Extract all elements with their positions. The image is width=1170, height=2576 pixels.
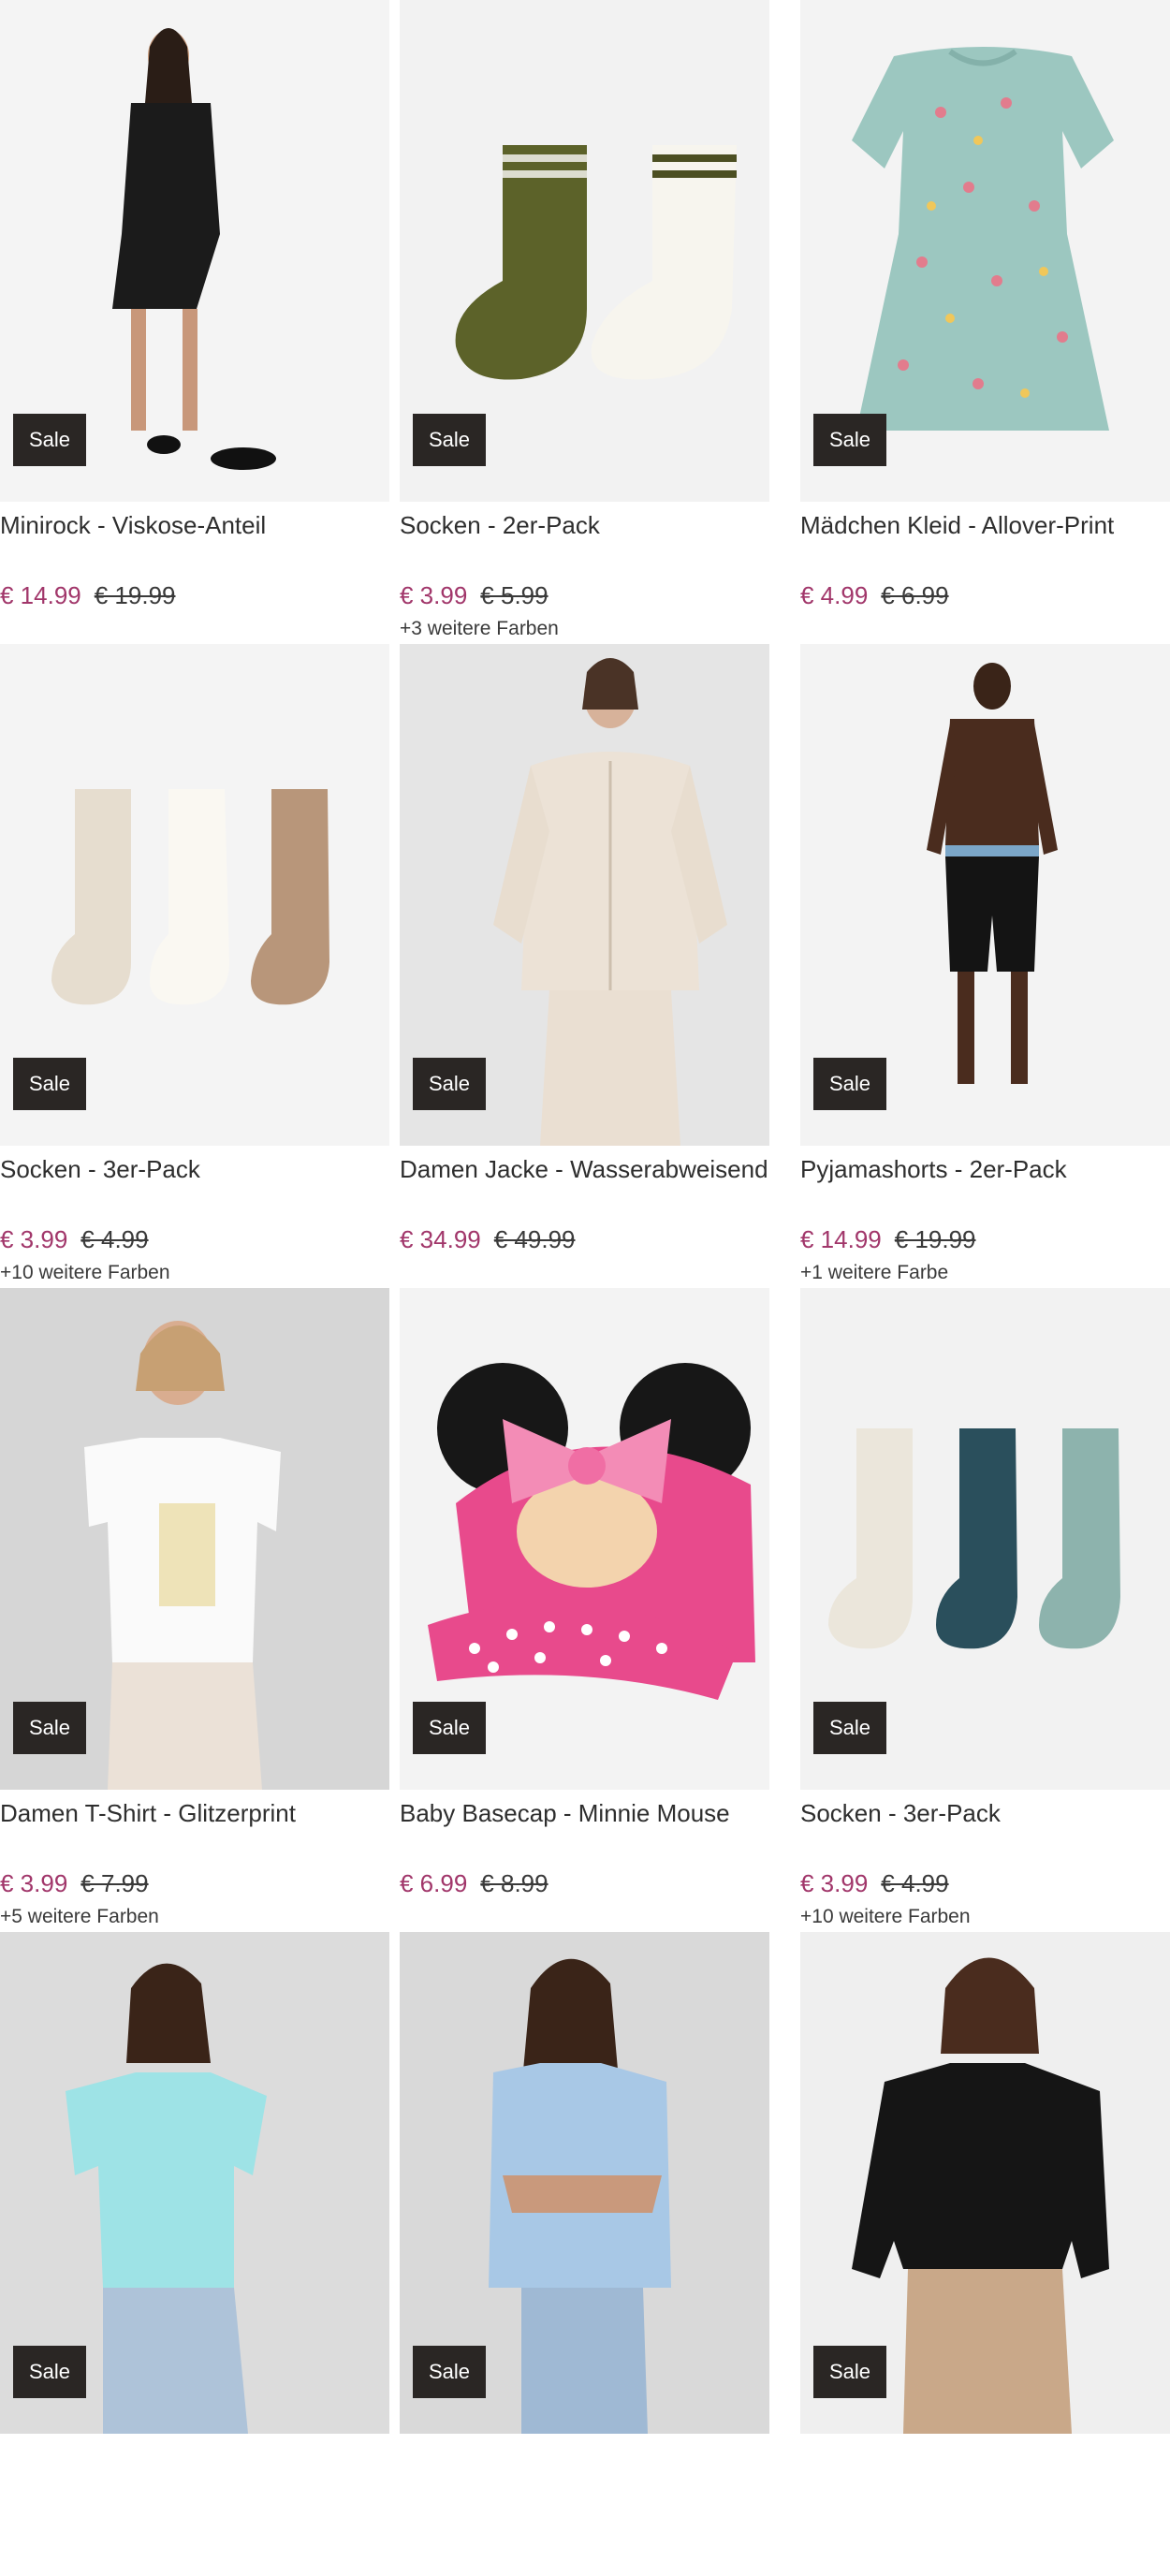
sale-badge: Sale: [13, 1702, 86, 1754]
sale-badge: Sale: [813, 2346, 886, 2398]
product-image[interactable]: Sale: [0, 1932, 389, 2434]
original-price: € 6.99: [881, 581, 949, 609]
sale-badge: Sale: [813, 414, 886, 466]
sale-price: € 3.99: [400, 581, 468, 609]
more-colors[interactable]: +1 weitere Farbe: [800, 1262, 1170, 1286]
product-title[interactable]: Socken - 3er-Pack: [0, 1155, 389, 1184]
original-price: € 4.99: [881, 1869, 949, 1897]
more-colors[interactable]: [400, 1262, 769, 1286]
product-card[interactable]: Sale Mädchen Kleid - Allover-Print € 4.9…: [780, 0, 1170, 644]
sale-badge: Sale: [813, 1702, 886, 1754]
more-colors[interactable]: [400, 1906, 769, 1930]
product-prices: € 14.99 € 19.99: [0, 581, 389, 610]
product-grid: Sale Minirock - Viskose-Anteil € 14.99 € …: [0, 0, 1170, 2576]
sale-badge: Sale: [413, 1702, 486, 1754]
more-colors[interactable]: +5 weitere Farben: [0, 1906, 389, 1930]
sale-badge: Sale: [13, 2346, 86, 2398]
product-title[interactable]: Socken - 3er-Pack: [800, 1799, 1170, 1828]
more-colors[interactable]: [0, 618, 389, 642]
more-colors[interactable]: [800, 618, 1170, 642]
product-image[interactable]: Sale: [0, 0, 389, 502]
product-title[interactable]: Socken - 2er-Pack: [400, 511, 769, 540]
sale-price: € 3.99: [0, 1225, 68, 1253]
sale-badge: Sale: [13, 414, 86, 466]
product-card[interactable]: Sale Damen Jacke - Wasserabweisend € 34.…: [389, 644, 780, 1288]
product-card[interactable]: Sale Baby Basecap - Minnie Mouse € 6.99 €…: [389, 1288, 780, 1932]
product-image[interactable]: Sale: [800, 1288, 1170, 1790]
sale-price: € 14.99: [800, 1225, 882, 1253]
sale-price: € 4.99: [800, 581, 869, 609]
product-prices: € 3.99 € 4.99: [800, 1869, 1170, 1898]
product-image[interactable]: Sale: [400, 1288, 769, 1790]
more-colors[interactable]: +3 weitere Farben: [400, 618, 769, 642]
original-price: € 8.99: [480, 1869, 548, 1897]
product-prices: € 3.99 € 4.99: [0, 1225, 389, 1254]
sale-badge: Sale: [413, 1058, 486, 1110]
sale-badge: Sale: [413, 414, 486, 466]
original-price: € 7.99: [80, 1869, 149, 1897]
product-image[interactable]: Sale: [400, 1932, 769, 2434]
product-card[interactable]: Sale Pyjamashorts - 2er-Pack € 14.99 € 19…: [780, 644, 1170, 1288]
product-card[interactable]: Sale Socken - 2er-Pack € 3.99 € 5.99 +3 w…: [389, 0, 780, 644]
product-image[interactable]: Sale: [400, 0, 769, 502]
product-card[interactable]: Sale Minirock - Viskose-Anteil € 14.99 € …: [0, 0, 389, 644]
product-prices: € 14.99 € 19.99: [800, 1225, 1170, 1254]
product-prices: € 4.99 € 6.99: [800, 581, 1170, 610]
sale-badge: Sale: [13, 1058, 86, 1110]
sale-badge: Sale: [413, 2346, 486, 2398]
original-price: € 19.99: [894, 1225, 976, 1253]
product-card[interactable]: Sale: [0, 1932, 389, 2576]
product-card[interactable]: Sale: [780, 1932, 1170, 2576]
sale-price: € 3.99: [800, 1869, 869, 1897]
product-image[interactable]: Sale: [800, 1932, 1170, 2434]
product-title[interactable]: Minirock - Viskose-Anteil: [0, 511, 389, 540]
product-prices: € 3.99 € 7.99: [0, 1869, 389, 1898]
sale-badge: Sale: [813, 1058, 886, 1110]
product-card[interactable]: Sale: [389, 1932, 780, 2576]
product-title[interactable]: Damen T-Shirt - Glitzerprint: [0, 1799, 389, 1828]
product-title[interactable]: Pyjamashorts - 2er-Pack: [800, 1155, 1170, 1184]
product-image[interactable]: Sale: [0, 1288, 389, 1790]
sale-price: € 34.99: [400, 1225, 481, 1253]
product-image[interactable]: Sale: [400, 644, 769, 1146]
product-title[interactable]: Mädchen Kleid - Allover-Print: [800, 511, 1170, 540]
product-card[interactable]: Sale Socken - 3er-Pack € 3.99 € 4.99 +10 …: [780, 1288, 1170, 1932]
product-prices: € 3.99 € 5.99: [400, 581, 769, 610]
original-price: € 4.99: [80, 1225, 149, 1253]
more-colors[interactable]: +10 weitere Farben: [0, 1262, 389, 1286]
product-prices: € 34.99 € 49.99: [400, 1225, 769, 1254]
product-card[interactable]: Sale Damen T-Shirt - Glitzerprint € 3.99…: [0, 1288, 389, 1932]
sale-price: € 3.99: [0, 1869, 68, 1897]
original-price: € 5.99: [480, 581, 548, 609]
original-price: € 19.99: [94, 581, 176, 609]
sale-price: € 14.99: [0, 581, 81, 609]
product-prices: € 6.99 € 8.99: [400, 1869, 769, 1898]
product-card[interactable]: Sale Socken - 3er-Pack € 3.99 € 4.99 +10 …: [0, 644, 389, 1288]
product-image[interactable]: Sale: [800, 644, 1170, 1146]
product-title[interactable]: Baby Basecap - Minnie Mouse: [400, 1799, 769, 1828]
original-price: € 49.99: [493, 1225, 576, 1253]
product-title[interactable]: Damen Jacke - Wasserabweisend: [400, 1155, 769, 1184]
product-image[interactable]: Sale: [0, 644, 389, 1146]
sale-price: € 6.99: [400, 1869, 468, 1897]
more-colors[interactable]: +10 weitere Farben: [800, 1906, 1170, 1930]
product-image[interactable]: Sale: [800, 0, 1170, 502]
